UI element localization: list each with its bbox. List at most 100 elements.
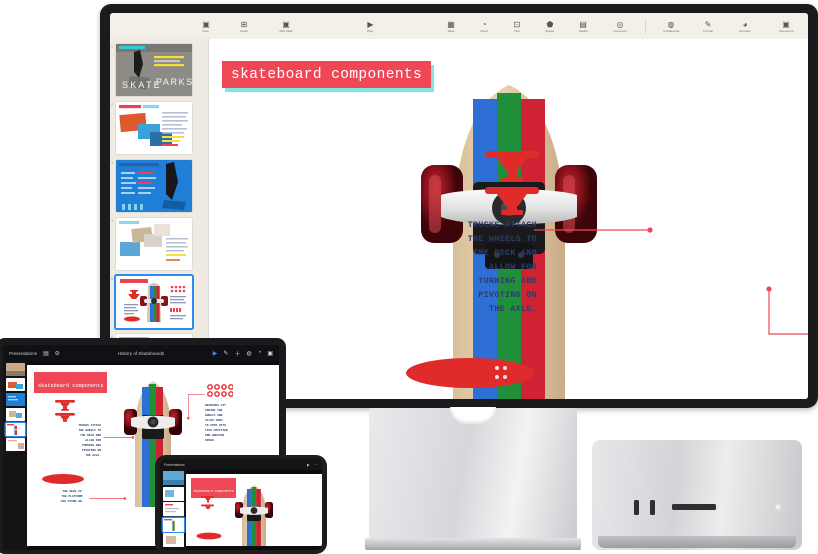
text-icon: ⊡ <box>513 19 521 29</box>
phone-thumb-5[interactable] <box>162 533 184 547</box>
slide-canvas[interactable]: skateboard components TRUCKS ATTACH THE … <box>209 39 808 399</box>
phone-thumb-3[interactable] <box>162 502 184 516</box>
slide-number: 5 <box>111 277 113 281</box>
thumb-art <box>5 408 25 421</box>
thumb-art <box>162 471 184 485</box>
phone-current-slide: skateboard components <box>186 474 322 546</box>
media-icon: ▤ <box>579 19 587 29</box>
animate-icon: ◕ <box>742 19 748 29</box>
toolbar-table-button[interactable]: ▦ Table <box>439 20 463 33</box>
laptop-thumb-2[interactable] <box>5 378 25 391</box>
slide-number: 4 <box>111 219 113 223</box>
toolbar-add-slide-label: Add Slide <box>279 28 293 33</box>
thumb-photo-notes-art <box>116 218 192 270</box>
toolbar-format-label: Format <box>703 28 713 33</box>
slide-title-box[interactable]: skateboard components <box>222 61 435 92</box>
svg-text:PARKS: PARKS <box>156 77 192 87</box>
page-title: skateboard components <box>231 67 423 83</box>
slide-thumbnail-3[interactable]: 3 <box>111 160 204 212</box>
document-title: History of Skateboards <box>117 350 165 356</box>
shape-icon: ⬟ <box>546 19 554 29</box>
laptop-toolbar: Presentations ▤ ⊘ History of Skateboards… <box>3 345 279 361</box>
phone-thumb-1[interactable] <box>162 471 184 485</box>
slide-thumbnail-5[interactable]: 5 <box>111 276 204 328</box>
phone-screen: Presentations ▶ ⋯ skateboard components <box>160 459 322 550</box>
toolbar-chart-button[interactable]: ◔ Chart <box>472 20 496 33</box>
trucks-callout-text[interactable]: TRUCKS ATTACH THE WHEELS TO THE DECK AND… <box>333 219 537 317</box>
thumb-art <box>162 533 184 547</box>
toolbar-zoom-button[interactable]: ⊞ Zoom <box>228 20 260 33</box>
title-fill: skateboard components <box>222 61 432 88</box>
toolbar-animate-button[interactable]: ◕ Animate <box>729 20 761 33</box>
format-icon: ✎ <box>704 19 712 29</box>
toolbar-text-button[interactable]: ⊡ Text <box>505 20 529 33</box>
keynote-toolbar: ▣ View ⊞ Zoom ▣ Add Slide ▶ Play ▦ Table… <box>110 13 808 40</box>
slide-number: 2 <box>111 103 113 107</box>
laptop-thumb-4[interactable] <box>5 408 25 421</box>
zoom-icon: ⊞ <box>240 19 248 29</box>
document-icon: ▣ <box>782 19 790 29</box>
thumb-art <box>162 517 184 532</box>
power-led <box>776 505 780 509</box>
slide-thumbnail-1[interactable]: 1 SKATE PARKS <box>111 44 204 96</box>
toolbar-play-button[interactable]: ▶ Play <box>359 20 383 33</box>
phone-slide-navigator[interactable] <box>160 470 186 550</box>
toolbar-document-button[interactable]: ▣ Document <box>770 20 802 33</box>
stand-notch <box>450 407 496 424</box>
thumb-art <box>5 363 25 376</box>
slide-thumbnail-4[interactable]: 4 <box>111 218 204 270</box>
toolbar-animate-label: Animate <box>739 28 751 33</box>
phone-truck-icons <box>201 496 214 510</box>
toolbar-format-button[interactable]: ✎ Format <box>696 20 720 33</box>
laptop-thumb-5[interactable] <box>5 423 25 436</box>
thumb-skateboard-components-art <box>116 276 192 328</box>
thumb-art <box>5 423 25 436</box>
toolbar-collaborate-button[interactable]: ◍ Collaborate <box>655 20 687 33</box>
phone-thumb-4[interactable] <box>162 517 184 532</box>
collaborate-icon: ◍ <box>667 19 675 29</box>
comment-icon: ◎ <box>616 19 624 29</box>
phone-canvas[interactable]: skateboard components <box>186 470 322 550</box>
toolbar-add-slide-button[interactable]: ▣ Add Slide <box>270 20 302 33</box>
phone-main: skateboard components <box>160 470 322 550</box>
toolbar-zoom-label: Zoom <box>240 28 248 33</box>
slide-number: 1 <box>111 45 113 49</box>
table-icon: ▦ <box>447 19 455 29</box>
toolbar-play-label: Play <box>367 28 374 33</box>
toolbar-left-group: ▣ View ⊞ Zoom ▣ Add Slide <box>110 20 302 33</box>
toolbar-media-button[interactable]: ▤ Media <box>571 20 595 33</box>
phone-toolbar: Presentations ▶ ⋯ <box>160 459 322 470</box>
stand-base <box>365 538 581 550</box>
sd-card-slot <box>672 504 716 510</box>
current-slide: skateboard components TRUCKS ATTACH THE … <box>209 39 808 399</box>
iphone: Presentations ▶ ⋯ skateboard components <box>155 455 327 554</box>
toolbar-comment-label: Comment <box>613 28 627 33</box>
play-icon[interactable]: ▶ <box>307 463 310 467</box>
toolbar-chart-label: Chart <box>480 28 488 33</box>
phone-presentations-back-button[interactable]: Presentations <box>164 463 185 467</box>
laptop-thumb-3[interactable] <box>5 393 25 406</box>
toolbar-document-label: Document <box>778 28 794 33</box>
thumb-art <box>162 486 184 501</box>
toolbar-view-button[interactable]: ▣ View <box>194 20 218 33</box>
toolbar-comment-button[interactable]: ◎ Comment <box>604 20 636 33</box>
laptop-thumb-6[interactable] <box>5 438 25 451</box>
mac-studio <box>592 440 802 550</box>
toolbar-right-group: ▦ Table ◔ Chart ⊡ Text ⬟ Shape ▤ Media ◎… <box>439 18 808 34</box>
toolbar-divider <box>645 18 646 34</box>
scene: ▣ View ⊞ Zoom ▣ Add Slide ▶ Play ▦ Table… <box>0 0 818 554</box>
more-icon[interactable]: ⋯ <box>315 463 318 467</box>
toolbar-text-label: Text <box>514 28 520 33</box>
toolbar-collaborate-label: Collaborate <box>662 28 680 33</box>
toolbar-shape-button[interactable]: ⬟ Shape <box>538 20 562 33</box>
phone-thumb-2[interactable] <box>162 486 184 501</box>
laptop-thumb-1[interactable] <box>5 363 25 376</box>
thumb-art <box>5 393 25 406</box>
thumb-blue-art <box>116 160 192 212</box>
thumb-art <box>5 438 25 451</box>
thunderbolt-port-1 <box>634 500 639 515</box>
toolbar-center-group: ▶ Play <box>302 20 439 33</box>
slide-thumbnail-2[interactable]: 2 <box>111 102 204 154</box>
thumb-art <box>162 502 184 516</box>
laptop-slide-navigator[interactable] <box>3 361 27 550</box>
